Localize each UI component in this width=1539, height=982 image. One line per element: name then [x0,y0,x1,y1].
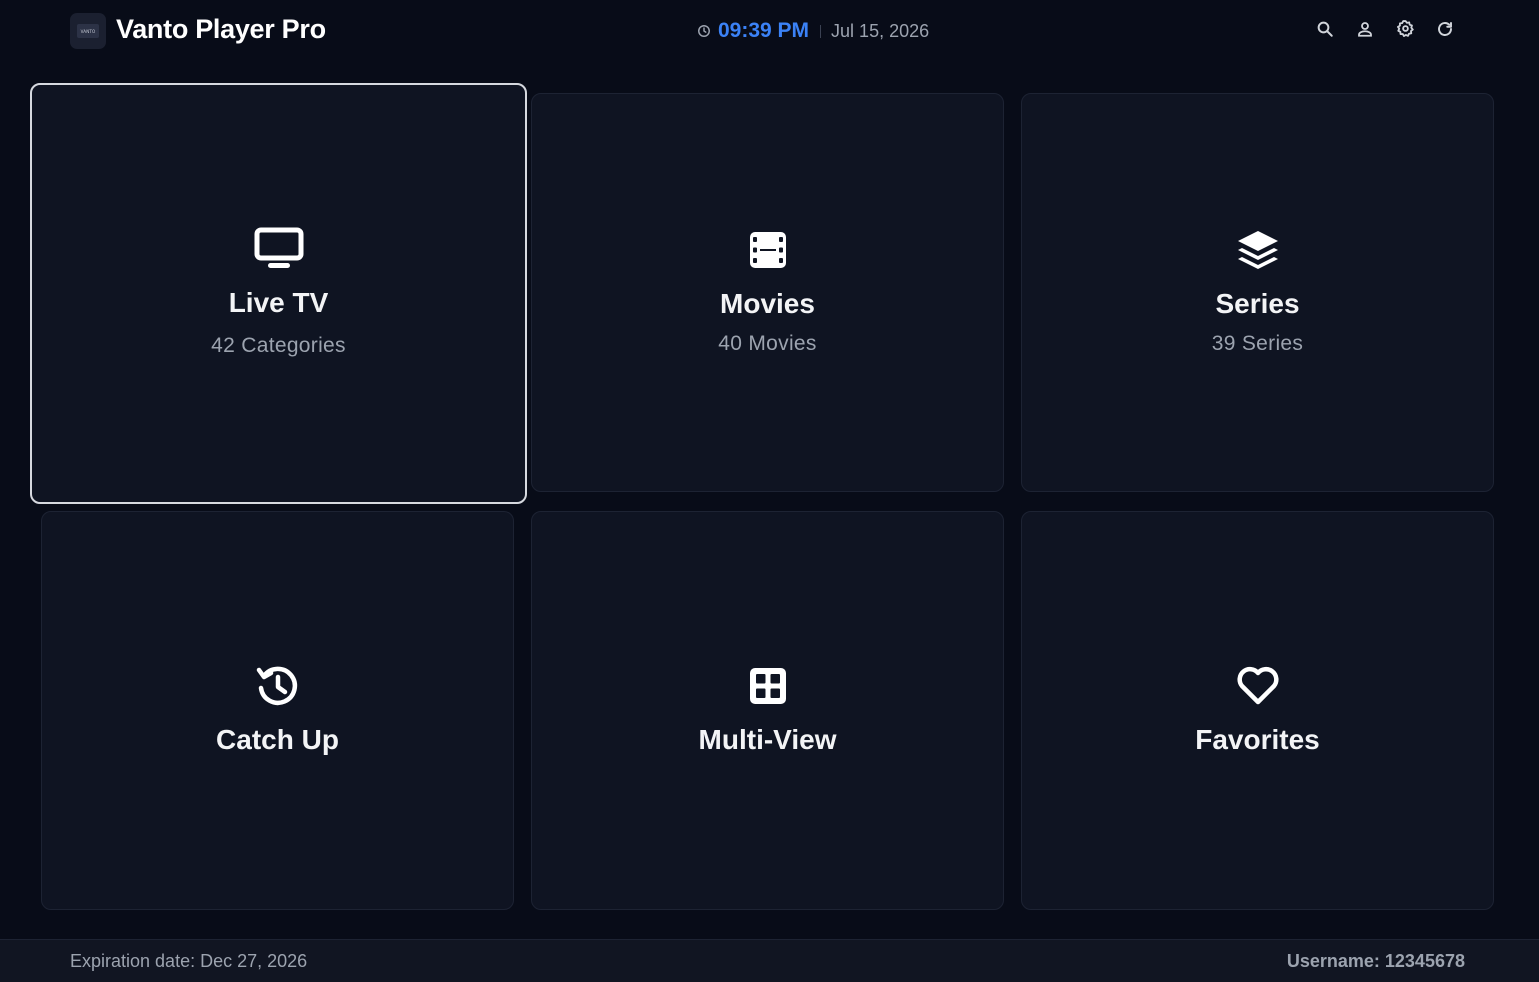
clock-time: 09:39 PM [718,19,810,42]
gear-icon [1396,19,1415,43]
search-button[interactable] [1312,18,1338,44]
layers-icon [1232,224,1284,276]
app-logo: VANTO [70,13,106,49]
search-icon [1316,20,1334,43]
tile-subtitle: 40 Movies [718,332,817,355]
film-icon [742,224,794,276]
tv-icon [253,223,305,275]
tile-subtitle: 42 Categories [211,334,346,357]
heart-icon [1232,660,1284,712]
expiration-date: Expiration date: Dec 27, 2026 [70,951,308,971]
tile-live-tv[interactable]: Live TV 42 Categories [30,83,527,504]
tile-title: Live TV [228,287,329,318]
refresh-icon [1436,20,1454,43]
app-root: VANTO Vanto Player Pro 09:39 PM Jul 15, … [0,0,1539,982]
tile-series[interactable]: Series 39 Series [1021,93,1494,492]
tile-favorites[interactable]: Favorites [1021,511,1494,910]
username: Username: 12345678 [1286,951,1465,971]
top-bar: VANTO Vanto Player Pro 09:39 PM Jul 15, … [0,0,1539,62]
tile-title: Multi-View [698,724,837,755]
tile-title: Movies [720,288,815,319]
logo-tv-icon: VANTO [77,24,99,38]
clock-divider [820,24,822,38]
header-actions [1312,18,1472,44]
clock-icon [697,24,711,38]
profile-button[interactable] [1352,18,1378,44]
status-bar: Expiration date: Dec 27, 2026 Username: … [0,939,1539,982]
clock: 09:39 PM Jul 15, 2026 [697,17,929,45]
app-title: Vanto Player Pro [116,14,326,44]
user-icon [1356,20,1374,43]
tile-multi-view[interactable]: Multi-View [531,511,1004,910]
tile-title: Series [1215,288,1300,319]
clock-date: Jul 15, 2026 [831,20,930,41]
tile-subtitle: 39 Series [1211,332,1304,355]
settings-button[interactable] [1392,18,1418,44]
refresh-button[interactable] [1432,18,1458,44]
grid-icon [742,660,794,712]
tile-title: Catch Up [216,724,339,755]
tile-title: Favorites [1195,724,1320,755]
tile-movies[interactable]: Movies 40 Movies [531,93,1004,492]
tile-catch-up[interactable]: Catch Up [41,511,514,910]
history-icon [252,660,304,712]
logo-text: VANTO [80,28,96,34]
